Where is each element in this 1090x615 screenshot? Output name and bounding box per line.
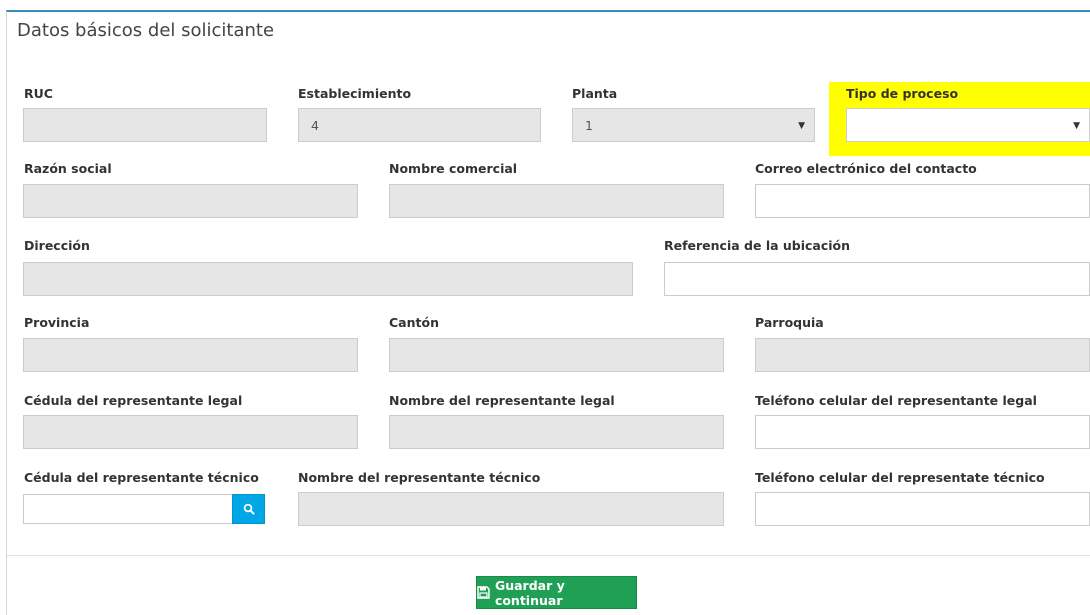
cedula-legal-label: Cédula del representante legal	[24, 393, 243, 408]
provincia-field[interactable]	[23, 338, 358, 372]
tipo-proceso-select[interactable]: ▼	[846, 108, 1090, 142]
razon-social-label: Razón social	[24, 161, 112, 176]
provincia-label: Provincia	[24, 315, 90, 330]
planta-select-value: 1	[585, 117, 593, 133]
parroquia-label: Parroquia	[755, 315, 824, 330]
parroquia-field[interactable]	[755, 338, 1090, 372]
nombre-comercial-field[interactable]	[389, 184, 724, 218]
caret-down-icon: ▼	[798, 121, 805, 131]
ruc-label: RUC	[24, 86, 53, 101]
direccion-field[interactable]	[23, 262, 633, 296]
telefono-tecnico-label: Teléfono celular del representate técnic…	[755, 470, 1045, 485]
establecimiento-field[interactable]: 4	[298, 108, 541, 142]
nombre-legal-label: Nombre del representante legal	[389, 393, 615, 408]
cedula-legal-field[interactable]	[23, 415, 358, 449]
search-button[interactable]	[232, 494, 265, 524]
telefono-legal-label: Teléfono celular del representante legal	[755, 393, 1037, 408]
tipo-proceso-label: Tipo de proceso	[846, 86, 959, 101]
save-continue-button[interactable]: Guardar y continuar	[476, 576, 637, 609]
panel-title: Datos básicos del solicitante	[17, 20, 275, 41]
referencia-label: Referencia de la ubicación	[664, 238, 851, 253]
correo-label: Correo electrónico del contacto	[755, 161, 977, 176]
nombre-comercial-label: Nombre comercial	[389, 161, 518, 176]
telefono-legal-field[interactable]	[755, 415, 1090, 449]
floppy-disk-icon	[477, 586, 490, 599]
footer-divider	[7, 555, 1090, 556]
razon-social-field[interactable]	[23, 184, 358, 218]
establecimiento-label: Establecimiento	[298, 86, 412, 101]
save-continue-label: Guardar y continuar	[494, 577, 565, 608]
canton-label: Cantón	[389, 315, 439, 330]
planta-label: Planta	[572, 86, 618, 101]
nombre-tecnico-field[interactable]	[298, 492, 724, 526]
telefono-tecnico-field[interactable]	[755, 492, 1090, 526]
nombre-legal-field[interactable]	[389, 415, 724, 449]
search-icon	[243, 503, 254, 515]
nombre-tecnico-label: Nombre del representante técnico	[298, 470, 541, 485]
canton-field[interactable]	[389, 338, 724, 372]
ruc-field[interactable]	[23, 108, 267, 142]
caret-down-icon: ▼	[1073, 121, 1080, 131]
cedula-tecnico-field[interactable]	[23, 494, 233, 524]
referencia-field[interactable]	[664, 262, 1090, 296]
cedula-tecnico-label: Cédula del representante técnico	[24, 470, 259, 485]
direccion-label: Dirección	[24, 238, 90, 253]
correo-field[interactable]	[755, 184, 1090, 218]
planta-select[interactable]: 1 ▼	[572, 108, 815, 142]
